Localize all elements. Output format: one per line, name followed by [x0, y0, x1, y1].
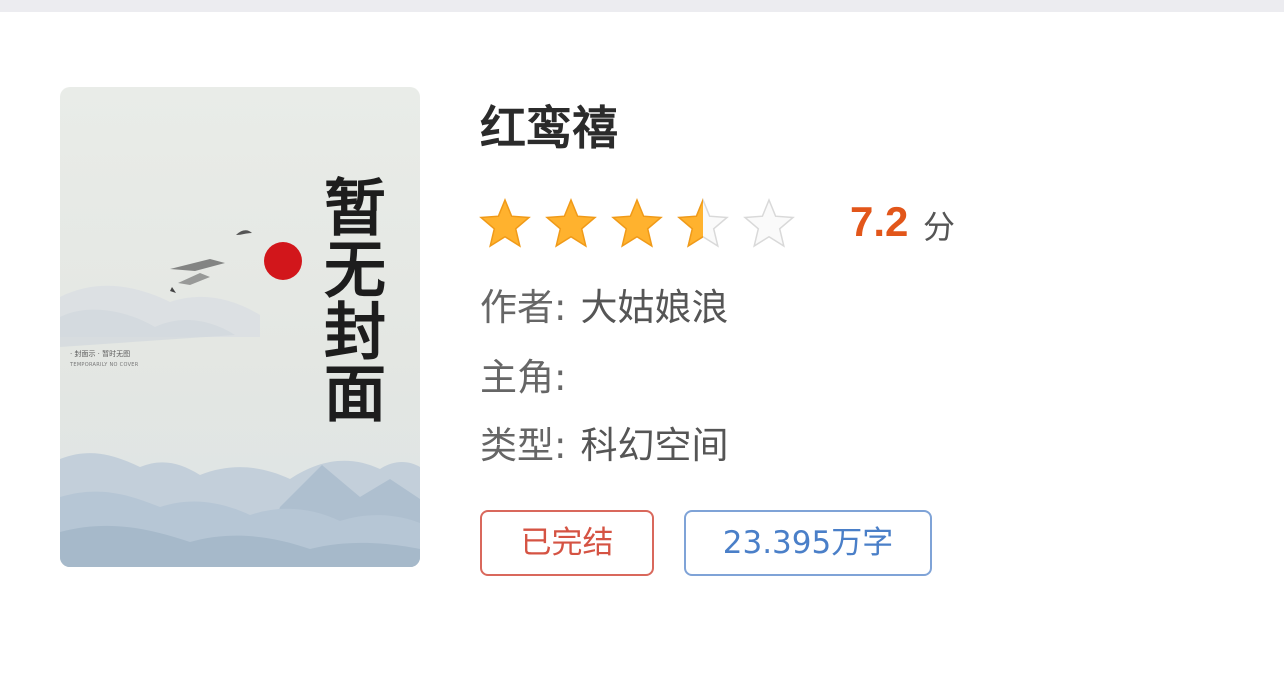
- book-cover-image[interactable]: 暂无封面 · 封面示 · 暂时无图 TEMPORARILY NO COVER: [60, 87, 420, 567]
- cover-caption-line2: TEMPORARILY NO COVER: [70, 362, 139, 368]
- star-full-icon: [479, 198, 531, 248]
- status-badge: 已完结: [480, 510, 654, 576]
- book-title[interactable]: 红鸾禧: [480, 98, 618, 158]
- genre-row: 类型: 科幻空间: [480, 422, 728, 470]
- star-half-icon: [677, 198, 729, 248]
- protagonist-row: 主角:: [480, 354, 580, 402]
- cover-title-text: 暂无封面: [313, 175, 386, 423]
- genre-label: 类型:: [480, 424, 567, 467]
- star-full-icon: [545, 198, 597, 248]
- rating-stars: [478, 197, 796, 251]
- author-label: 作者:: [480, 286, 567, 329]
- star-full-icon: [611, 198, 663, 248]
- star-empty-icon: [743, 198, 795, 248]
- protagonist-label: 主角:: [480, 356, 567, 399]
- author-row: 作者: 大姑娘浪: [480, 284, 728, 332]
- genre-value: 科幻空间: [580, 424, 729, 467]
- rating-score: 7.2: [850, 198, 909, 245]
- top-divider-bar: [0, 0, 1284, 12]
- cover-caption-line1: · 封面示 · 暂时无图: [70, 350, 131, 358]
- word-count-badge: 23.395万字: [684, 510, 932, 576]
- cover-caption: · 封面示 · 暂时无图 TEMPORARILY NO COVER: [70, 349, 230, 371]
- rating-unit: 分: [923, 208, 956, 246]
- author-name[interactable]: 大姑娘浪: [580, 286, 728, 329]
